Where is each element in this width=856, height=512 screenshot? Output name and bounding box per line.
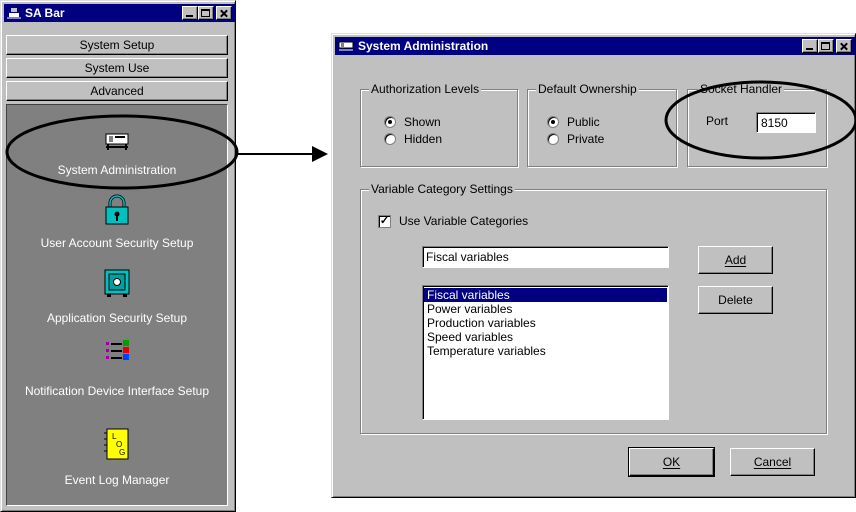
callout-annotation-socket [664,80,856,160]
callout-ellipse-right [664,80,856,160]
